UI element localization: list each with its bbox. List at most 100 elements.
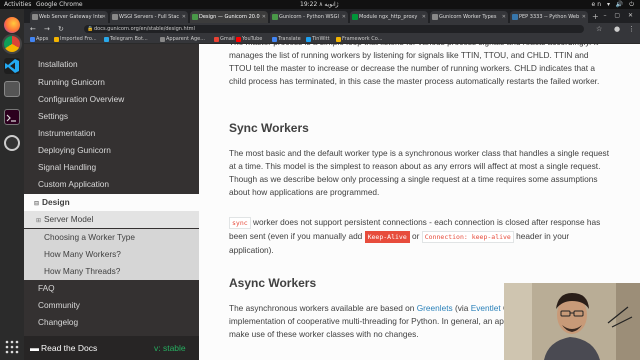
paragraph-text: (via bbox=[452, 303, 471, 313]
forward-arrow-icon[interactable]: → bbox=[44, 23, 50, 35]
bookmark-label: Imported Fro... bbox=[60, 36, 97, 42]
tab-favicon-icon bbox=[272, 14, 278, 20]
sidebar-item-instrumentation[interactable]: Instrumentation bbox=[24, 125, 199, 142]
sidebar-item-label: Signal Handling bbox=[38, 162, 97, 172]
chrome-icon[interactable] bbox=[4, 36, 20, 52]
bookmark-label: Apparent Age... bbox=[166, 36, 206, 42]
sidebar-item-label: Server Model bbox=[44, 214, 94, 224]
version-selector[interactable]: v: stable bbox=[154, 336, 186, 360]
bookmark-item[interactable]: Apps bbox=[30, 35, 48, 44]
tab-strip: Web Server Gateway Inte ✕ WSGI Servers - … bbox=[24, 9, 640, 23]
browser-tab[interactable]: WSGI Servers - Full Stac ✕ bbox=[110, 11, 188, 23]
terminal-icon[interactable] bbox=[4, 109, 20, 125]
browser-tab[interactable]: Module ngx_http_proxy ✕ bbox=[350, 11, 428, 23]
bookmark-item[interactable]: Apparent Age... bbox=[160, 35, 205, 44]
system-top-bar: Activities Google Chrome 19:22 ۸ ژانویه … bbox=[0, 0, 640, 9]
note-text: or bbox=[409, 231, 422, 241]
bookmark-item[interactable]: Gmail bbox=[214, 35, 235, 44]
sidebar-item-choosing-worker-type[interactable]: Choosing a Worker Type bbox=[24, 229, 199, 246]
sidebar-item-server-model[interactable]: ⊞ Server Model bbox=[24, 211, 199, 228]
rtd-label: Read the Docs bbox=[41, 343, 98, 353]
sidebar-item-how-many-threads[interactable]: How Many Threads? bbox=[24, 263, 199, 280]
sidebar-item-label: FAQ bbox=[38, 283, 55, 293]
close-tab-icon[interactable]: ✕ bbox=[502, 11, 506, 23]
close-tab-icon[interactable]: ✕ bbox=[182, 11, 186, 23]
firefox-icon[interactable] bbox=[4, 17, 20, 33]
browser-tab[interactable]: PEP 3333 -- Python Web ✕ bbox=[510, 11, 588, 23]
sidebar-item-signal-handling[interactable]: Signal Handling bbox=[24, 159, 199, 176]
bookmark-item[interactable]: Translate bbox=[272, 35, 301, 44]
sidebar-item-community[interactable]: Community bbox=[24, 297, 199, 314]
app-menu[interactable]: Google Chrome bbox=[36, 0, 83, 9]
bookmark-item[interactable]: Imported Fro... bbox=[54, 35, 97, 44]
page-icon bbox=[160, 37, 165, 42]
code-keep-alive: Keep-Alive bbox=[364, 231, 410, 243]
close-tab-icon[interactable]: ✕ bbox=[262, 11, 266, 23]
more-menu-icon[interactable]: ⋮ bbox=[628, 23, 635, 35]
clock[interactable]: 19:22 ۸ ژانویه bbox=[300, 0, 339, 9]
vscode-icon[interactable] bbox=[4, 58, 20, 74]
gmail-icon bbox=[214, 37, 219, 42]
address-bar[interactable]: 🔒 docs.gunicorn.org/en/stable/design.htm… bbox=[84, 25, 584, 33]
browser-tab-active[interactable]: Design — Gunicorn 20.0 ✕ bbox=[190, 11, 268, 23]
close-tab-icon[interactable]: ✕ bbox=[342, 11, 346, 23]
link-eventlet[interactable]: Eventlet bbox=[471, 303, 501, 313]
sidebar-item-running-gunicorn[interactable]: Running Gunicorn bbox=[24, 74, 199, 91]
sidebar-item-changelog[interactable]: Changelog bbox=[24, 314, 199, 331]
tab-title: Design — Gunicorn 20.0 bbox=[199, 14, 260, 20]
browser-tab[interactable]: Web Server Gateway Inte ✕ bbox=[30, 11, 108, 23]
sidebar-item-label: Deploying Gunicorn bbox=[38, 145, 111, 155]
sidebar-item-configuration-overview[interactable]: Configuration Overview bbox=[24, 91, 199, 108]
bookmark-item[interactable]: Framework Co... bbox=[336, 35, 383, 44]
paragraph-sync-workers: The most basic and the default worker ty… bbox=[229, 148, 610, 197]
profile-avatar[interactable]: ● bbox=[614, 23, 620, 35]
sidebar-item-custom-application[interactable]: Custom Application bbox=[24, 176, 199, 193]
bookmark-label: TinWitt bbox=[312, 36, 330, 42]
bookmark-item[interactable]: TinWitt bbox=[306, 35, 330, 44]
translate-icon bbox=[272, 37, 277, 42]
new-tab-button[interactable]: + bbox=[592, 11, 599, 23]
bookmarks-bar: Apps Imported Fro... Telegram Bot... App… bbox=[24, 35, 640, 44]
tab-favicon-icon bbox=[192, 14, 198, 20]
bookmark-item[interactable]: Telegram Bot... bbox=[104, 35, 148, 44]
browser-tab[interactable]: Gunicorn - Python WSGI ✕ bbox=[270, 11, 348, 23]
lock-icon[interactable]: 🔒 bbox=[87, 25, 93, 33]
browser-tab[interactable]: Gunicorn Worker Types ✕ bbox=[430, 11, 508, 23]
close-tab-icon[interactable]: ✕ bbox=[582, 11, 586, 23]
read-the-docs-version-bar[interactable]: ▬ Read the Docs v: stable bbox=[24, 336, 199, 360]
bookmark-star-icon[interactable]: ☆ bbox=[596, 23, 602, 35]
paragraph-master-process: The master process is a simple loop that… bbox=[229, 44, 600, 86]
back-arrow-icon[interactable]: ← bbox=[30, 23, 36, 35]
expand-toggle-icon[interactable]: ⊞ bbox=[36, 213, 44, 230]
sidebar-item-deploying-gunicorn[interactable]: Deploying Gunicorn bbox=[24, 142, 199, 159]
sidebar-item-installation[interactable]: Installation bbox=[24, 56, 199, 73]
files-icon[interactable] bbox=[4, 81, 20, 97]
reload-icon[interactable]: ↻ bbox=[58, 23, 64, 35]
show-apps-icon[interactable] bbox=[4, 339, 20, 355]
link-greenlets[interactable]: Greenlets bbox=[417, 303, 453, 313]
bookmark-label: Translate bbox=[278, 36, 301, 42]
system-tray[interactable]: en ▾ 🔊 ⏻ bbox=[592, 0, 636, 9]
bookmark-label: YouTube bbox=[242, 36, 263, 42]
heading-sync-workers: Sync Workers bbox=[229, 121, 309, 135]
sidebar-item-label: Running Gunicorn bbox=[38, 77, 105, 87]
sidebar-item-label: Installation bbox=[38, 59, 78, 69]
close-tab-icon[interactable]: ✕ bbox=[422, 11, 426, 23]
bookmark-item[interactable]: YouTube bbox=[236, 35, 262, 44]
sidebar-item-label: Design bbox=[42, 197, 70, 207]
sidebar-item-design[interactable]: ⊟ Design bbox=[24, 194, 199, 211]
activities-button[interactable]: Activities bbox=[4, 0, 31, 9]
sidebar-item-faq[interactable]: FAQ bbox=[24, 280, 199, 297]
tab-favicon-icon bbox=[512, 14, 518, 20]
sidebar-item-label: Settings bbox=[38, 111, 68, 121]
youtube-icon bbox=[236, 37, 241, 42]
sidebar-item-label: Configuration Overview bbox=[38, 94, 125, 104]
obs-icon[interactable] bbox=[4, 135, 20, 151]
close-tab-icon[interactable]: ✕ bbox=[102, 11, 106, 23]
tab-favicon-icon bbox=[432, 14, 438, 20]
tab-favicon-icon bbox=[352, 14, 358, 20]
tab-title: Gunicorn - Python WSGI bbox=[279, 14, 339, 20]
window-controls[interactable]: – ▢ ✕ bbox=[603, 9, 636, 23]
sidebar-item-how-many-workers[interactable]: How Many Workers? bbox=[24, 246, 199, 263]
sidebar-item-settings[interactable]: Settings bbox=[24, 108, 199, 125]
